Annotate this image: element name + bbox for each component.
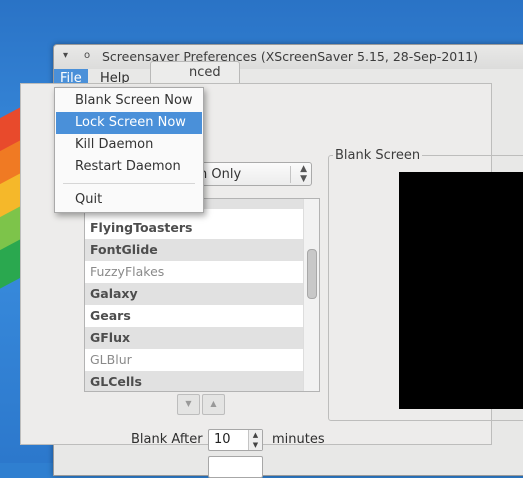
spinner-buttons[interactable]: ▲ ▼: [248, 430, 262, 450]
menu-item-restart-daemon[interactable]: Restart Daemon: [56, 156, 202, 178]
minimize-icon[interactable]: o: [84, 50, 90, 61]
mode-select[interactable]: n Only ▲ ▼: [190, 162, 312, 186]
blank-after-spinner[interactable]: 10 ▲ ▼: [208, 429, 263, 451]
spin-up-icon[interactable]: ▲: [253, 431, 258, 439]
list-item[interactable]: FuzzyFlakes: [85, 261, 303, 283]
list-item[interactable]: FlyingToasters: [85, 217, 303, 239]
menu-separator: [63, 183, 195, 184]
combo-arrows-icon: ▲ ▼: [300, 164, 307, 184]
list-scrollbar[interactable]: [303, 199, 319, 391]
blank-after-unit: minutes: [272, 432, 325, 447]
window-menu-icon[interactable]: ▾: [63, 50, 68, 61]
cycle-after-spinner[interactable]: [208, 456, 263, 478]
preview-screen: [399, 172, 523, 409]
menu-item-lock-screen-now[interactable]: Lock Screen Now: [56, 112, 202, 134]
list-item[interactable]: FontGlide: [85, 239, 303, 261]
screensaver-list[interactable]: FlyingToasters FontGlide FuzzyFlakes Gal…: [84, 198, 320, 392]
spin-down-icon[interactable]: ▼: [253, 441, 258, 449]
blank-after-label: Blank After: [131, 432, 203, 447]
move-down-button[interactable]: ▼: [177, 394, 200, 415]
menu-item-blank-screen-now[interactable]: Blank Screen Now: [56, 90, 202, 112]
list-item[interactable]: Galaxy: [85, 283, 303, 305]
list-item[interactable]: GLBlur: [85, 349, 303, 371]
file-menu-dropdown: Blank Screen Now Lock Screen Now Kill Da…: [54, 87, 204, 213]
list-item[interactable]: Gears: [85, 305, 303, 327]
menu-item-kill-daemon[interactable]: Kill Daemon: [56, 134, 202, 156]
title-bar: ▾ o Screensaver Preferences (XScreenSave…: [54, 45, 523, 70]
mode-select-value: n Only: [199, 167, 242, 182]
blank-after-value[interactable]: 10: [214, 432, 231, 447]
preview-label: Blank Screen: [333, 148, 423, 163]
scrollbar-thumb[interactable]: [307, 249, 317, 299]
menu-item-quit[interactable]: Quit: [56, 189, 202, 211]
move-up-button[interactable]: ▲: [202, 394, 225, 415]
tab-advanced[interactable]: nced: [150, 61, 240, 83]
list-item[interactable]: GFlux: [85, 327, 303, 349]
combo-divider: [290, 166, 291, 183]
list-item[interactable]: GLCells: [85, 371, 303, 391]
chevron-up-icon: ▲: [300, 164, 307, 174]
chevron-down-icon: ▼: [300, 174, 307, 184]
